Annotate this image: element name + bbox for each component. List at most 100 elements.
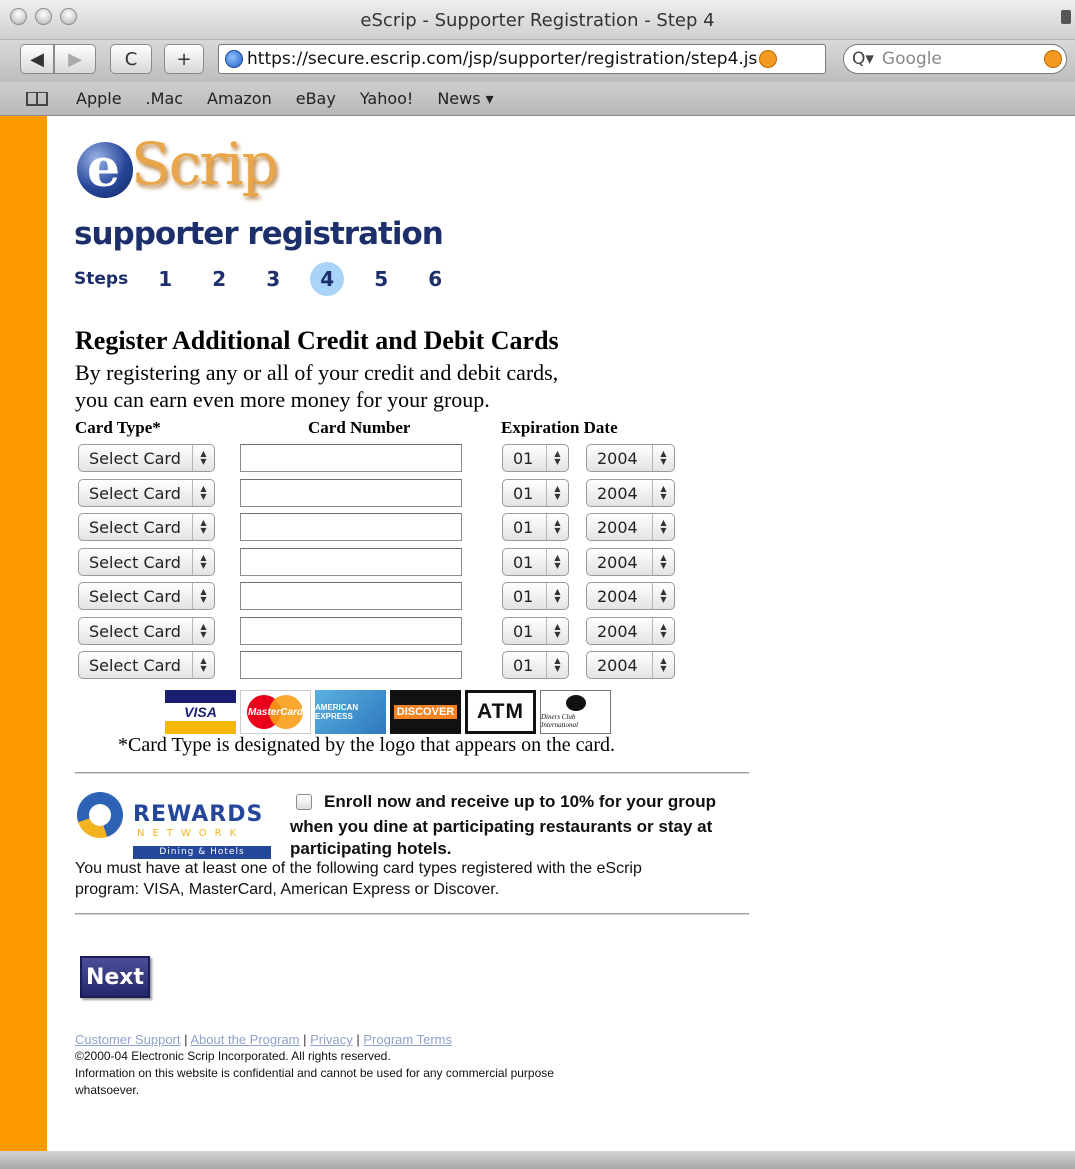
enroll-text-line-1: Enroll now and receive up to 10% for you… xyxy=(324,792,716,811)
bookmark-ebay[interactable]: eBay xyxy=(296,89,336,108)
expiration-month-select[interactable]: 01 ▲ ▼ xyxy=(502,444,569,472)
step-2: 2 xyxy=(212,267,227,291)
expiration-year-select[interactable]: 2004 ▲ ▼ xyxy=(586,582,675,610)
card-type-select[interactable]: Select Card ▲ ▼ xyxy=(78,651,215,679)
card-type-value: Select Card xyxy=(89,483,181,503)
card-row: Select Card ▲ ▼ 01 ▲ ▼ 2004 ▲ ▼ xyxy=(75,548,685,578)
select-arrows-icon: ▲ ▼ xyxy=(546,652,568,678)
window-title: eScrip - Supporter Registration - Step 4 xyxy=(360,10,715,31)
address-bar[interactable]: https://secure.escrip.com/jsp/supporter/… xyxy=(218,44,826,74)
search-icon[interactable]: Q▾ xyxy=(852,49,874,69)
select-arrows-icon: ▲ ▼ xyxy=(192,652,214,678)
rewards-word: REWARDS xyxy=(133,802,264,827)
card-type-select[interactable]: Select Card ▲ ▼ xyxy=(78,444,215,472)
bookmark-apple[interactable]: Apple xyxy=(76,89,122,108)
card-type-select[interactable]: Select Card ▲ ▼ xyxy=(78,582,215,610)
about-program-link[interactable]: About the Program xyxy=(190,1032,299,1047)
confidential-text-line-1: Information on this website is confident… xyxy=(75,1066,554,1080)
bookmarks-book-icon[interactable] xyxy=(26,91,48,106)
card-number-input[interactable] xyxy=(240,582,462,610)
card-number-input[interactable] xyxy=(240,651,462,679)
back-button[interactable]: ◀ xyxy=(20,44,54,74)
expiration-year-select[interactable]: 2004 ▲ ▼ xyxy=(586,548,675,576)
copyright-text: ©2000-04 Electronic Scrip Incorporated. … xyxy=(75,1049,391,1063)
window-titlebar: eScrip - Supporter Registration - Step 4 xyxy=(0,0,1075,40)
customer-support-link[interactable]: Customer Support xyxy=(75,1032,181,1047)
expiration-month-value: 01 xyxy=(513,448,534,468)
select-arrows-icon: ▲ ▼ xyxy=(652,514,674,540)
card-row: Select Card ▲ ▼ 01 ▲ ▼ 2004 ▲ ▼ xyxy=(75,513,685,543)
reload-button[interactable]: C xyxy=(110,44,152,74)
search-snapback-icon[interactable] xyxy=(1044,50,1062,68)
add-bookmark-button[interactable]: + xyxy=(164,44,204,74)
expiration-month-select[interactable]: 01 ▲ ▼ xyxy=(502,548,569,576)
bookmark-yahoo[interactable]: Yahoo! xyxy=(360,89,414,108)
expiration-month-select[interactable]: 01 ▲ ▼ xyxy=(502,582,569,610)
rewards-swirl-icon xyxy=(77,792,123,838)
expiration-month-select[interactable]: 01 ▲ ▼ xyxy=(502,617,569,645)
expiration-month-select[interactable]: 01 ▲ ▼ xyxy=(502,479,569,507)
search-input[interactable]: Q▾ Google xyxy=(843,44,1067,74)
forward-arrow-icon: ▶ xyxy=(68,48,82,70)
expiration-year-value: 2004 xyxy=(597,483,638,503)
diners-club-logo: Diners Club International xyxy=(540,690,611,734)
card-number-input[interactable] xyxy=(240,513,462,541)
card-type-select[interactable]: Select Card ▲ ▼ xyxy=(78,513,215,541)
enroll-text-line-3: participating hotels. xyxy=(290,839,452,858)
select-arrows-icon: ▲ ▼ xyxy=(652,480,674,506)
expiration-month-select[interactable]: 01 ▲ ▼ xyxy=(502,651,569,679)
step-1: 1 xyxy=(158,267,173,291)
footer-links: Customer Support | About the Program | P… xyxy=(75,1032,452,1047)
select-arrows-icon: ▲ ▼ xyxy=(546,618,568,644)
card-type-select[interactable]: Select Card ▲ ▼ xyxy=(78,479,215,507)
card-type-value: Select Card xyxy=(89,586,181,606)
program-terms-link[interactable]: Program Terms xyxy=(363,1032,452,1047)
select-arrows-icon: ▲ ▼ xyxy=(192,445,214,471)
next-button[interactable]: Next xyxy=(80,956,150,998)
expiration-year-select[interactable]: 2004 ▲ ▼ xyxy=(586,479,675,507)
card-number-input[interactable] xyxy=(240,479,462,507)
expiration-year-select[interactable]: 2004 ▲ ▼ xyxy=(586,513,675,541)
expiration-year-value: 2004 xyxy=(597,655,638,675)
atm-logo: ATM xyxy=(465,690,536,734)
card-row: Select Card ▲ ▼ 01 ▲ ▼ 2004 ▲ ▼ xyxy=(75,444,685,474)
snapback-icon[interactable] xyxy=(759,50,778,68)
card-number-input[interactable] xyxy=(240,617,462,645)
select-arrows-icon: ▲ ▼ xyxy=(192,549,214,575)
expiration-year-select[interactable]: 2004 ▲ ▼ xyxy=(586,617,675,645)
card-type-select[interactable]: Select Card ▲ ▼ xyxy=(78,548,215,576)
select-arrows-icon: ▲ ▼ xyxy=(652,583,674,609)
divider xyxy=(75,772,749,774)
expiration-year-select[interactable]: 2004 ▲ ▼ xyxy=(586,444,675,472)
enroll-text-line-2: when you dine at participating restauran… xyxy=(290,817,713,836)
rewards-network-word: NETWORK xyxy=(137,828,245,839)
enroll-checkbox[interactable] xyxy=(296,794,312,810)
card-type-select[interactable]: Select Card ▲ ▼ xyxy=(78,617,215,645)
forward-button[interactable]: ▶ xyxy=(54,44,96,74)
search-placeholder: Google xyxy=(881,49,942,69)
card-logos: VISA MasterCard AMERICAN EXPRESS DISCOVE… xyxy=(165,690,611,734)
discover-logo: DISCOVER xyxy=(390,690,461,734)
card-number-input[interactable] xyxy=(240,444,462,472)
lock-icon xyxy=(1061,10,1071,24)
expiration-month-value: 01 xyxy=(513,517,534,537)
intro-text-line-2: you can earn even more money for your gr… xyxy=(75,387,490,412)
escrip-logo[interactable]: e Scrip xyxy=(77,130,287,204)
rewards-dining-band: Dining & Hotels xyxy=(133,846,271,859)
bookmark-amazon[interactable]: Amazon xyxy=(207,89,272,108)
bookmark-news-menu[interactable]: News ▾ xyxy=(437,89,493,108)
expiration-month-value: 01 xyxy=(513,621,534,641)
select-arrows-icon: ▲ ▼ xyxy=(192,618,214,644)
privacy-link[interactable]: Privacy xyxy=(310,1032,353,1047)
expiration-year-select[interactable]: 2004 ▲ ▼ xyxy=(586,651,675,679)
expiration-month-value: 01 xyxy=(513,586,534,606)
card-type-value: Select Card xyxy=(89,621,181,641)
bookmark-mac[interactable]: .Mac xyxy=(146,89,184,108)
footer-separator: | xyxy=(180,1032,191,1047)
globe-icon xyxy=(225,50,243,68)
expiration-month-value: 01 xyxy=(513,655,534,675)
expiration-year-value: 2004 xyxy=(597,517,638,537)
expiration-month-select[interactable]: 01 ▲ ▼ xyxy=(502,513,569,541)
plus-icon: + xyxy=(176,48,192,70)
card-number-input[interactable] xyxy=(240,548,462,576)
